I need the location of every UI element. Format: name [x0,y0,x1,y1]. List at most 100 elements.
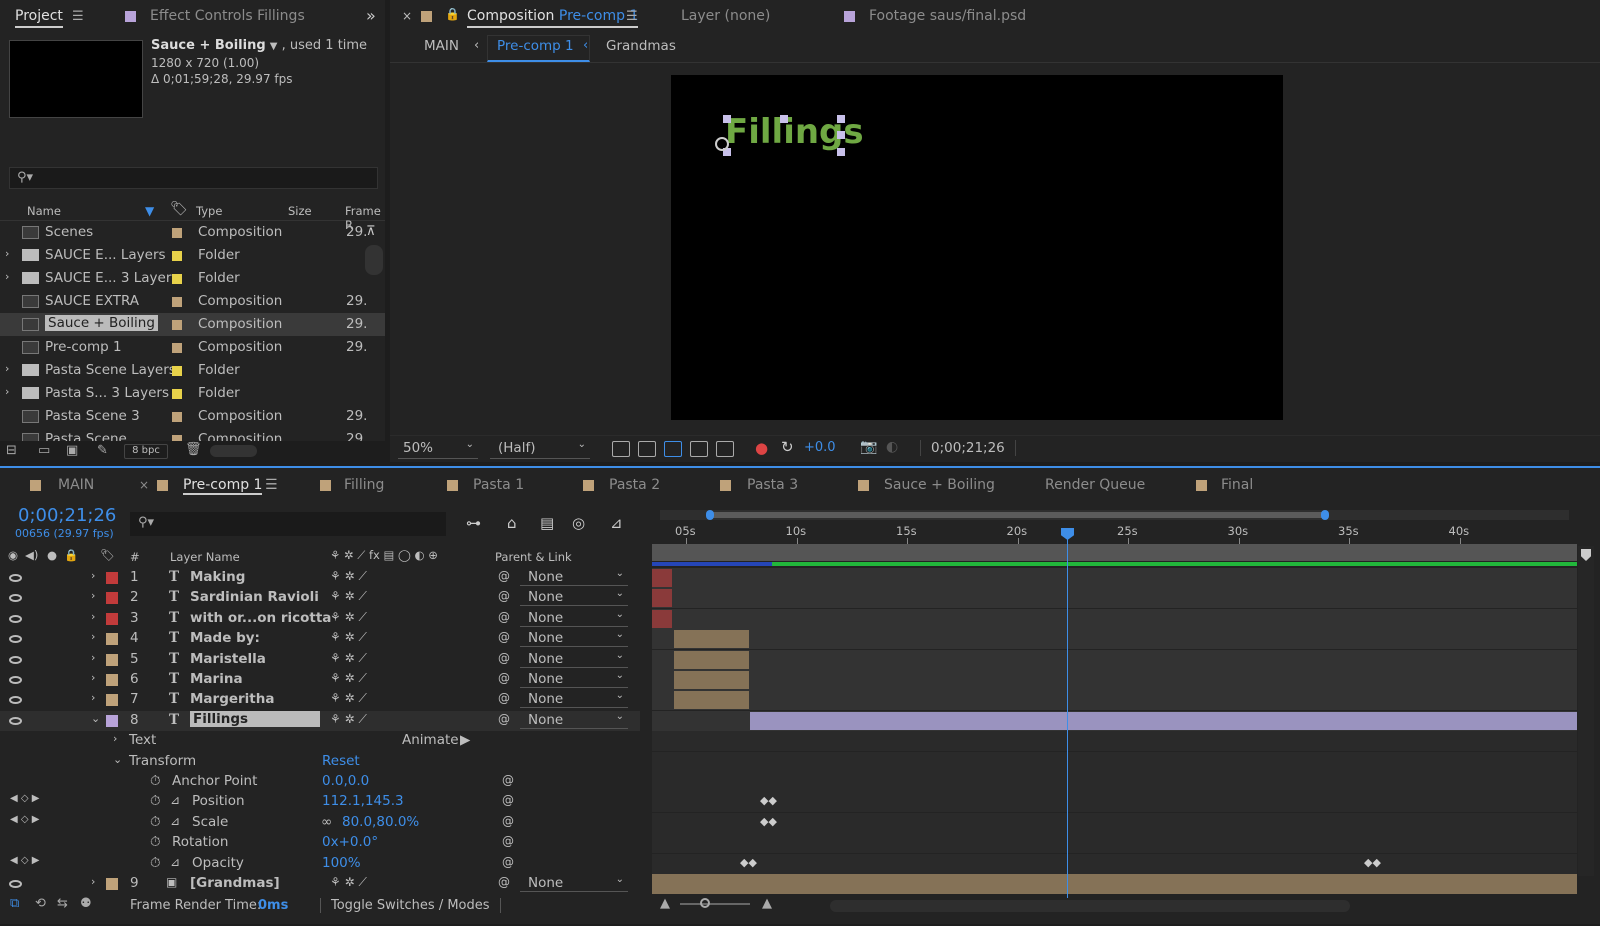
eye-icon[interactable] [9,716,22,725]
comp-flowchart-icon[interactable]: ⊶ [466,514,481,532]
comp-canvas[interactable]: Fillings [671,75,1283,420]
graph-icon[interactable]: ⊿ [170,855,180,869]
viewer-menu-icon[interactable]: ☰ [626,9,638,24]
layer-bar[interactable] [652,569,672,587]
property-value[interactable]: 112.1,145.3 [322,793,404,809]
stopwatch-icon[interactable]: ⏱ [150,773,161,789]
layer-name[interactable]: with or...on ricotta [190,610,331,626]
property-value[interactable]: 80.0,80.0% [342,814,419,830]
work-area-bar[interactable] [652,544,1577,561]
label-swatch[interactable] [172,320,182,330]
new-comp-icon[interactable]: ▣ [66,443,78,458]
property-row[interactable]: › Text Animate: ▶ [0,731,640,751]
time-navigator[interactable] [660,510,1569,520]
twirl-icon[interactable]: › [5,270,9,283]
eye-icon[interactable] [9,676,22,684]
pickwhip-icon[interactable]: @ [498,712,510,726]
timeline-menu-icon[interactable]: ☰ [265,477,278,493]
col-name[interactable]: Name [27,204,61,218]
project-item[interactable]: Scenes Composition 29. [0,221,385,244]
layer-bar[interactable] [674,630,749,649]
trash-icon[interactable]: 🗑 [185,442,202,457]
project-search-input[interactable]: ⚲▾ [9,167,378,189]
twirl-icon[interactable]: › [91,610,95,623]
property-value[interactable]: 0.0,0.0 [322,773,369,789]
project-item[interactable]: Sauce + Boiling Composition 29. [0,313,385,336]
flowchart-icon[interactable]: ⊼ [366,224,376,239]
link-icon[interactable]: ∞ [321,814,332,830]
eye-icon[interactable] [9,655,22,664]
eye-icon[interactable] [9,880,22,888]
label-swatch[interactable] [172,343,182,353]
zoom-slider-knob[interactable] [700,898,710,908]
stopwatch-icon[interactable]: ⏱ [150,834,161,850]
panel-overflow-icon[interactable]: » [366,6,376,25]
layer-row[interactable]: › 6 T Marina ⚘ ✲ ⟋ @ None ⌄ [0,670,640,690]
parent-select[interactable]: None ⌄ [520,650,628,668]
layer-name[interactable]: Made by: [190,630,260,646]
zoom-slider[interactable] [680,903,750,905]
label-swatch[interactable] [172,274,182,284]
stopwatch-icon[interactable]: ⏱ [150,814,161,830]
project-item[interactable]: Pasta Scene 3 Composition 29. [0,405,385,428]
layer-tab[interactable]: Layer (none) [681,8,770,24]
keyframe[interactable]: ◆◆ [1364,856,1381,869]
project-item[interactable]: › Pasta Scene Layers Folder [0,359,385,382]
handle[interactable] [837,148,845,156]
parent-select[interactable]: None ⌄ [520,629,628,648]
layer-bar[interactable] [652,589,672,608]
breadcrumb-grandmas[interactable]: Grandmas [606,38,676,54]
twirl-icon[interactable]: › [91,569,95,582]
twirl-icon[interactable]: › [91,691,95,704]
keyframe[interactable]: ◆◆ [740,856,757,869]
footage-tab[interactable]: Footage saus/final.psd [869,8,1026,24]
label-swatch[interactable] [106,592,118,605]
mask-path-icon[interactable] [664,441,682,457]
footer-fx-icon[interactable]: ⇆ [57,896,68,911]
marker-icon[interactable] [1581,549,1591,561]
label-swatch[interactable] [106,653,118,666]
layer-name[interactable]: Maristella [190,651,266,667]
stopwatch-icon[interactable]: ⏱ [150,793,161,809]
pickwhip-icon[interactable]: @ [498,691,510,705]
project-tab[interactable]: Project [15,8,63,28]
eye-icon[interactable] [9,614,22,623]
current-time[interactable]: 0;00;21;26 [18,505,116,526]
keyframe-nav[interactable]: ◀ ◇ ▶ [10,793,39,804]
horizontal-scroll[interactable] [830,900,1350,912]
layer-bar[interactable] [674,650,749,669]
shy-layers-icon[interactable]: ⌂ [507,514,517,532]
zoom-out-icon[interactable]: ▲ [660,896,670,911]
layer-row[interactable]: › 2 T Sardinian Ravioli ⚘ ✲ ⟋ @ None ⌄ [0,588,640,608]
timeline-tab[interactable]: Pasta 3 [747,477,798,493]
layer-name[interactable]: Sardinian Ravioli [190,589,319,605]
property-row[interactable]: ◀ ◇ ▶ ⏱ ⊿ 100% @ Opacity [0,854,640,874]
frame-blending-icon[interactable]: ▤ [540,514,554,532]
eye-icon[interactable] [9,635,22,644]
parent-select[interactable]: None ⌄ [520,874,628,892]
property-row[interactable]: ⏱ 0x+0.0° @ Rotation [0,833,640,853]
layer-name[interactable]: Making [190,569,245,585]
item-name[interactable]: Sauce + Boiling [151,38,266,53]
keyframe-nav[interactable]: ◀ ◇ ▶ [10,855,39,866]
keyframe[interactable]: ◆◆ [760,815,777,828]
project-item[interactable]: › SAUCE E... 3 Layers Folder [0,267,385,290]
parent-select[interactable]: None ⌄ [520,690,628,709]
grid-guides-icon[interactable] [716,441,734,457]
toggle-switches-modes[interactable]: Toggle Switches / Modes [320,898,501,913]
pickwhip-icon[interactable]: @ [498,875,510,889]
property-row[interactable]: ⏱ 0.0,0.0 @ Anchor Point [0,772,640,792]
layer-bar[interactable] [750,711,1577,730]
pickwhip-icon[interactable]: @ [502,793,514,807]
handle[interactable] [837,131,845,139]
label-tag-icon[interactable]: 🏷 [170,201,188,217]
layer-row[interactable]: › 7 T Margeritha ⚘ ✲ ⟋ @ None ⌄ [0,690,640,710]
fast-preview-icon[interactable] [612,441,630,457]
audio-icon[interactable]: ◀) [25,548,38,562]
switches-icons[interactable]: ⚘ ✲ ⟋ [330,712,367,727]
handle[interactable] [837,115,845,123]
time-ruler[interactable]: 05s 10s 15s 20s 25s 30s 35s 40s [652,522,1577,544]
pickwhip-icon[interactable]: @ [498,630,510,644]
keyframe-nav[interactable]: ◀ ◇ ▶ [10,814,39,825]
timeline-tab[interactable]: Pasta 1 [473,477,524,493]
